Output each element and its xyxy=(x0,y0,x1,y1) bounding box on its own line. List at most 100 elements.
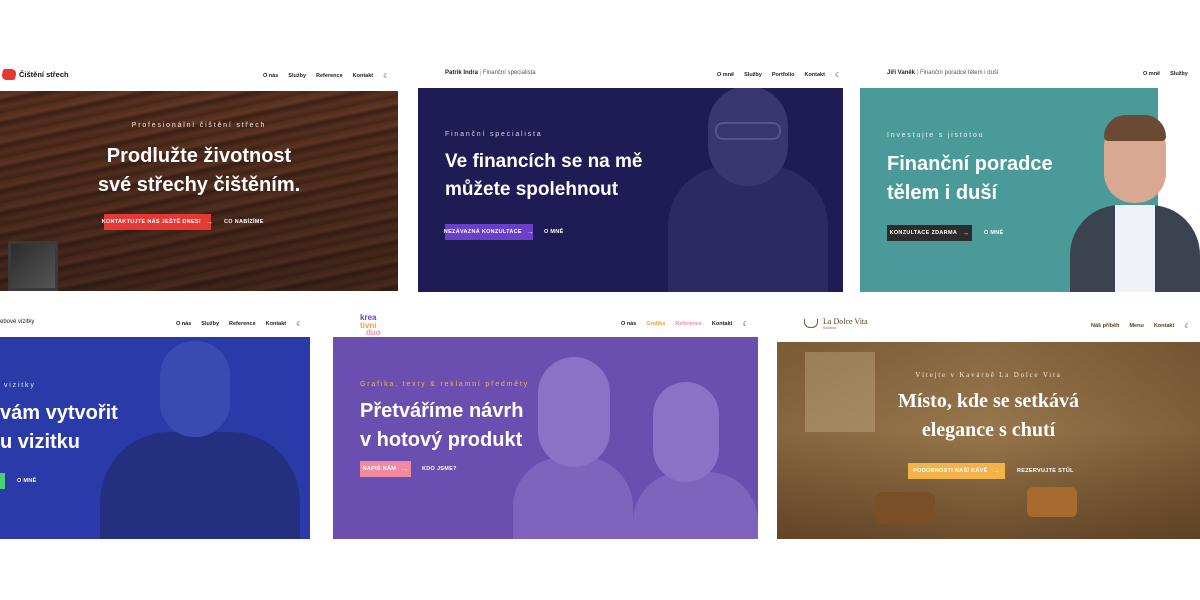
patrik-nav-item-kontakt[interactable]: Kontakt xyxy=(804,72,824,78)
vizitky-headline-line2: u vizitku xyxy=(0,431,81,453)
roof-cta-button[interactable]: Kontaktujte nás ještě dnes! → xyxy=(101,214,214,230)
theme-toggle-icon[interactable]: ☾ xyxy=(835,71,841,79)
arrow-right-icon: → xyxy=(992,467,1000,475)
card-la-dolce-vita: La Dolce Vita Kavárna Náš příběh Menu Ko… xyxy=(777,310,1200,540)
jiri-brand[interactable]: Jiří Vaněk | Finanční poradce tělem i du… xyxy=(887,70,999,76)
coffee-cup-icon xyxy=(804,319,818,328)
roof-logo-icon xyxy=(0,69,18,80)
jiri-headline-line2: tělem i duší xyxy=(887,182,998,204)
cafe-brand-name: La Dolce Vita xyxy=(823,317,868,326)
kreativ-nav-item-grafika[interactable]: Grafika xyxy=(646,321,665,327)
kreativ-headline-line1: Přetváříme návrh xyxy=(360,400,524,422)
jiri-nav-item-o-mne[interactable]: O mně xyxy=(1143,71,1160,77)
arrow-right-icon: → xyxy=(962,229,970,237)
cafe-brand[interactable]: La Dolce Vita Kavárna xyxy=(804,317,868,330)
theme-toggle-icon[interactable]: ☾ xyxy=(1184,322,1190,330)
vizitky-secondary-link[interactable]: O mně xyxy=(17,478,37,484)
vizitky-eyebrow: vizitky xyxy=(4,382,36,389)
roof-logo[interactable]: Čištění střech xyxy=(0,69,69,80)
patrik-hero: Finanční specialista Ve financích se na … xyxy=(418,88,843,292)
card-patrik-indra: Patrik Indra | Finanční specialista O mn… xyxy=(418,60,843,292)
arrow-right-icon: → xyxy=(526,228,535,236)
vizitky-headline-line1: vám vytvořit xyxy=(0,402,118,424)
cafe-eyebrow: Vítejte v Kavárně La Dolce Vita xyxy=(915,371,1062,379)
roof-logo-text: Čištění střech xyxy=(19,70,69,79)
kreativ-nav-item-o-nas[interactable]: O nás xyxy=(621,321,636,327)
cafe-cta-label: Podobnosti naší kávě xyxy=(913,468,988,474)
cafe-cta-button[interactable]: Podobnosti naší kávě → xyxy=(908,463,1005,479)
roof-eyebrow: Profesionální čištění střech xyxy=(131,122,267,129)
kreativ-cta-button[interactable]: Napiš nám → xyxy=(360,461,411,477)
patrik-brand-role: Finanční specialista xyxy=(482,70,536,76)
vizitky-cta-button[interactable] xyxy=(0,473,5,489)
cafe-headline-line1: Místo, kde se setkává xyxy=(897,390,1080,412)
vizitky-portrait xyxy=(90,337,310,539)
patrik-brand-name: Patrik Indra xyxy=(445,70,479,76)
vizitky-brand[interactable]: ebové vizitky xyxy=(0,319,34,325)
kreativ-eyebrow: Grafika, texty & reklamní předměty xyxy=(360,381,529,388)
kreativ-logo-line3: duo xyxy=(366,328,381,338)
theme-toggle-icon[interactable]: ☾ xyxy=(383,72,389,80)
cafe-nav-item-kontakt[interactable]: Kontakt xyxy=(1154,323,1174,329)
card-kreativni-duo: krea tivní duo O nás Grafika Reference K… xyxy=(333,310,758,540)
roof-hero: Profesionální čištění střech Prodlužte ž… xyxy=(0,91,398,291)
kreativ-headline: Přetváříme návrh v hotový produkt xyxy=(360,397,523,455)
patrik-nav: O mně Služby Portfolio Kontakt ☾ xyxy=(717,71,841,79)
roof-nav-item-o-nas[interactable]: O nás xyxy=(263,73,278,79)
theme-toggle-icon[interactable]: ☾ xyxy=(296,320,302,328)
roof-cta-label: Kontaktujte nás ještě dnes! xyxy=(101,219,202,225)
kreativ-nav-item-kontakt[interactable]: Kontakt xyxy=(712,321,732,327)
patrik-eyebrow: Finanční specialista xyxy=(445,131,543,138)
patrik-nav-item-portfolio[interactable]: Portfolio xyxy=(772,72,795,78)
cafe-headline: Místo, kde se setkává elegance s chutí xyxy=(777,387,1200,445)
roof-headline-line1: Prodlužte životnost xyxy=(106,145,292,167)
roof-nav-item-reference[interactable]: Reference xyxy=(316,73,343,79)
jiri-eyebrow: Investujte s jistotou xyxy=(887,132,985,139)
roof-headline-line2: své střechy čištěním. xyxy=(97,174,301,196)
roof-headline: Prodlužte životnost své střechy čištěním… xyxy=(0,142,398,200)
jiri-headline-line1: Finanční poradce xyxy=(887,153,1053,175)
jiri-cta-button[interactable]: Konzultace zdarma → xyxy=(887,225,972,241)
cafe-nav-item-nas-pribeh[interactable]: Náš příběh xyxy=(1091,323,1119,329)
roof-nav-item-sluzby[interactable]: Služby xyxy=(288,73,306,79)
cafe-nav-item-menu[interactable]: Menu xyxy=(1129,323,1143,329)
jiri-secondary-link[interactable]: O mně xyxy=(984,230,1004,236)
cafe-nav: Náš příběh Menu Kontakt ☾ xyxy=(1091,322,1191,330)
cafe-chair xyxy=(875,492,935,524)
jiri-portrait xyxy=(1070,115,1200,292)
patrik-headline-line2: můžete spolehnout xyxy=(445,178,619,200)
patrik-nav-item-o-mne[interactable]: O mně xyxy=(717,72,734,78)
vizitky-nav-item-kontakt[interactable]: Kontakt xyxy=(266,321,286,327)
card-jiri-vanek: Jiří Vaněk | Finanční poradce tělem i du… xyxy=(860,60,1200,292)
arrow-right-icon: → xyxy=(401,465,409,473)
vizitky-nav-item-reference[interactable]: Reference xyxy=(229,321,256,327)
vizitky-headline: vám vytvořit u vizitku xyxy=(0,399,118,457)
kreativ-cta-label: Napiš nám xyxy=(362,466,397,472)
kreativ-nav-item-reference[interactable]: Reference xyxy=(675,321,702,327)
roof-nav: O nás Služby Reference Kontakt ☾ xyxy=(263,72,389,80)
patrik-cta-button[interactable]: Nezávazná konzultace → xyxy=(443,224,535,240)
patrik-brand[interactable]: Patrik Indra | Finanční specialista xyxy=(445,70,536,76)
patrik-headline: Ve financích se na mě můžete spolehnout xyxy=(445,148,642,203)
cafe-chair xyxy=(1027,487,1077,517)
kreativ-hero: Grafika, texty & reklamní předměty Přetv… xyxy=(333,337,758,539)
patrik-nav-item-sluzby[interactable]: Služby xyxy=(744,72,762,78)
jiri-brand-separator: | xyxy=(916,70,919,76)
cafe-hero: Vítejte v Kavárně La Dolce Vita Místo, k… xyxy=(777,342,1200,539)
patrik-secondary-link[interactable]: O mně xyxy=(544,229,564,235)
card-roof-cleaning: Čištění střech O nás Služby Reference Ko… xyxy=(0,60,398,292)
roof-secondary-link[interactable]: Co nabízíme xyxy=(224,219,264,225)
cafe-secondary-link[interactable]: Rezervujte stůl xyxy=(1017,468,1074,474)
roof-nav-item-kontakt[interactable]: Kontakt xyxy=(353,73,373,79)
vizitky-nav: O nás Služby Reference Kontakt ☾ xyxy=(176,320,302,328)
arrow-right-icon: → xyxy=(206,218,214,226)
patrik-cta-label: Nezávazná konzultace xyxy=(443,229,522,235)
kreativ-logo[interactable]: krea tivní duo xyxy=(360,314,381,337)
vizitky-nav-item-sluzby[interactable]: Služby xyxy=(201,321,219,327)
cafe-brand-sub: Kavárna xyxy=(823,326,837,330)
kreativ-secondary-link[interactable]: Kdo jsme? xyxy=(422,466,457,472)
kreativ-portraits xyxy=(513,337,758,539)
vizitky-nav-item-o-nas[interactable]: O nás xyxy=(176,321,191,327)
theme-toggle-icon[interactable]: ☾ xyxy=(742,320,748,328)
jiri-nav-item-sluzby[interactable]: Služby xyxy=(1170,71,1188,77)
